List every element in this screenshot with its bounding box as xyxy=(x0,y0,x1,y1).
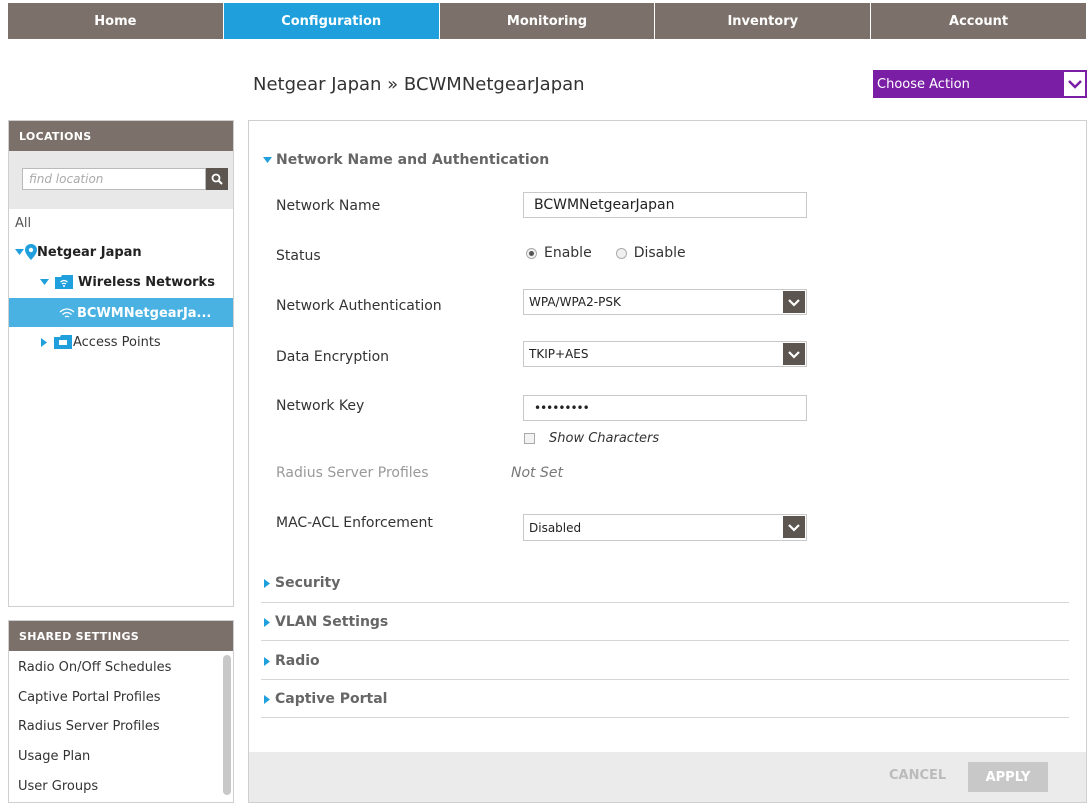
section-captive-portal-label: Captive Portal xyxy=(275,691,388,707)
caret-down-icon xyxy=(263,157,272,163)
status-disable-label: Disable xyxy=(633,245,686,261)
caret-right-icon xyxy=(264,578,270,588)
section-security-label: Security xyxy=(275,575,341,591)
network-key-label: Network Key xyxy=(276,398,365,414)
mac-acl-label: MAC-ACL Enforcement xyxy=(276,515,433,531)
shared-item-usage-plan[interactable]: Usage Plan xyxy=(18,749,90,769)
show-characters-label: Show Characters xyxy=(549,431,660,446)
section-vlan-label: VLAN Settings xyxy=(275,614,389,630)
wifi-icon xyxy=(59,308,75,318)
choose-action-label: Choose Action xyxy=(877,76,970,92)
tree-item-network-row: BCWMNetgearJa... xyxy=(59,303,211,323)
tab-configuration[interactable]: Configuration xyxy=(223,3,440,39)
network-name-label: Network Name xyxy=(276,198,381,214)
tree-item-wireless-networks-label: Wireless Networks xyxy=(78,274,215,290)
tab-account[interactable]: Account xyxy=(871,3,1087,39)
scrollbar[interactable] xyxy=(223,655,231,795)
section-title: Network Name and Authentication xyxy=(276,152,550,168)
tree-item-all-label: All xyxy=(15,215,32,231)
network-auth-label: Network Authentication xyxy=(276,298,442,314)
network-name-input[interactable]: BCWMNetgearJapan xyxy=(523,192,807,218)
search-icon xyxy=(211,173,223,185)
search-button[interactable] xyxy=(206,168,228,190)
apply-button[interactable]: APPLY xyxy=(968,762,1048,792)
section-captive-portal[interactable]: Captive Portal xyxy=(263,691,387,707)
mac-acl-value: Disabled xyxy=(529,520,582,535)
section-security[interactable]: Security xyxy=(263,575,340,591)
location-pin-icon xyxy=(25,244,37,260)
chevron-down-icon xyxy=(783,516,805,538)
mac-acl-select[interactable]: Disabled xyxy=(523,514,807,541)
radius-profiles-label: Radius Server Profiles xyxy=(276,465,429,481)
caret-right-icon xyxy=(264,694,270,704)
tree-item-netgear-japan[interactable]: Netgear Japan xyxy=(15,242,142,262)
status-enable-label: Enable xyxy=(544,245,592,261)
shared-item-radius-server-profiles[interactable]: Radius Server Profiles xyxy=(18,719,160,739)
locations-header: LOCATIONS xyxy=(9,121,233,151)
data-encryption-value: TKIP+AES xyxy=(529,347,589,361)
tree-item-selected-network[interactable]: BCWMNetgearJa... xyxy=(9,298,233,327)
locations-panel: LOCATIONS find location All Netgear Japa… xyxy=(8,120,234,607)
status-radio-group: Enable Disable xyxy=(526,245,686,261)
tree-item-access-points-label: Access Points xyxy=(73,334,161,350)
shared-settings-header: SHARED SETTINGS xyxy=(9,621,233,651)
tab-home[interactable]: Home xyxy=(8,3,224,39)
divider xyxy=(261,640,1069,641)
location-search-area: find location xyxy=(9,151,233,209)
tab-inventory[interactable]: Inventory xyxy=(655,3,872,39)
radius-profiles-value: Not Set xyxy=(511,465,563,481)
section-radio[interactable]: Radio xyxy=(263,653,320,669)
radio-checked-icon xyxy=(526,247,537,259)
folder-ap-icon xyxy=(54,335,72,349)
network-auth-value: WPA/WPA2-PSK xyxy=(529,295,621,309)
caret-down-icon xyxy=(40,279,49,285)
location-search-input[interactable]: find location xyxy=(22,168,206,190)
chevron-down-icon xyxy=(783,343,805,365)
top-nav: Home Configuration Monitoring Inventory … xyxy=(8,3,1087,39)
data-encryption-select[interactable]: TKIP+AES xyxy=(523,341,807,367)
status-enable-radio[interactable]: Enable xyxy=(526,245,592,261)
tree-item-netgear-japan-label: Netgear Japan xyxy=(37,244,142,260)
divider xyxy=(261,717,1069,718)
tree-item-access-points[interactable]: Access Points xyxy=(40,332,161,352)
caret-right-icon xyxy=(264,656,270,666)
shared-settings-panel: SHARED SETTINGS Radio On/Off Schedules C… xyxy=(8,620,234,803)
tree-item-wireless-networks[interactable]: Wireless Networks xyxy=(40,272,215,292)
caret-down-icon xyxy=(15,249,24,255)
section-radio-label: Radio xyxy=(275,653,320,669)
folder-wifi-icon xyxy=(55,275,73,289)
chevron-down-icon xyxy=(1062,70,1087,98)
status-disable-radio[interactable]: Disable xyxy=(615,245,686,261)
section-network-name-auth[interactable]: Network Name and Authentication xyxy=(263,152,549,168)
show-characters-row[interactable]: Show Characters xyxy=(524,431,659,446)
shared-item-captive-portal-profiles[interactable]: Captive Portal Profiles xyxy=(18,690,161,710)
caret-right-icon xyxy=(41,337,47,347)
shared-item-user-groups[interactable]: User Groups xyxy=(18,779,98,799)
network-key-input[interactable]: ••••••••• xyxy=(523,395,807,421)
page-title: Netgear Japan » BCWMNetgearJapan xyxy=(253,74,585,95)
section-vlan-settings[interactable]: VLAN Settings xyxy=(263,614,388,630)
network-auth-select[interactable]: WPA/WPA2-PSK xyxy=(523,289,807,315)
tab-monitoring[interactable]: Monitoring xyxy=(439,3,656,39)
divider xyxy=(261,679,1069,680)
tree-item-all[interactable]: All xyxy=(15,213,31,233)
shared-item-radio-schedules[interactable]: Radio On/Off Schedules xyxy=(18,660,171,680)
caret-right-icon xyxy=(264,617,270,627)
divider xyxy=(261,602,1069,603)
chevron-down-icon xyxy=(783,291,805,313)
data-encryption-label: Data Encryption xyxy=(276,349,390,365)
status-label: Status xyxy=(276,248,321,264)
show-characters-checkbox[interactable] xyxy=(524,433,535,444)
radio-unchecked-icon xyxy=(615,247,627,259)
tree-item-network-label: BCWMNetgearJa... xyxy=(77,305,212,321)
form-footer: CANCEL APPLY xyxy=(249,752,1086,802)
choose-action-dropdown[interactable]: Choose Action xyxy=(873,70,1087,98)
cancel-button[interactable]: CANCEL xyxy=(889,768,946,783)
main-panel: Network Name and Authentication Network … xyxy=(248,120,1087,803)
